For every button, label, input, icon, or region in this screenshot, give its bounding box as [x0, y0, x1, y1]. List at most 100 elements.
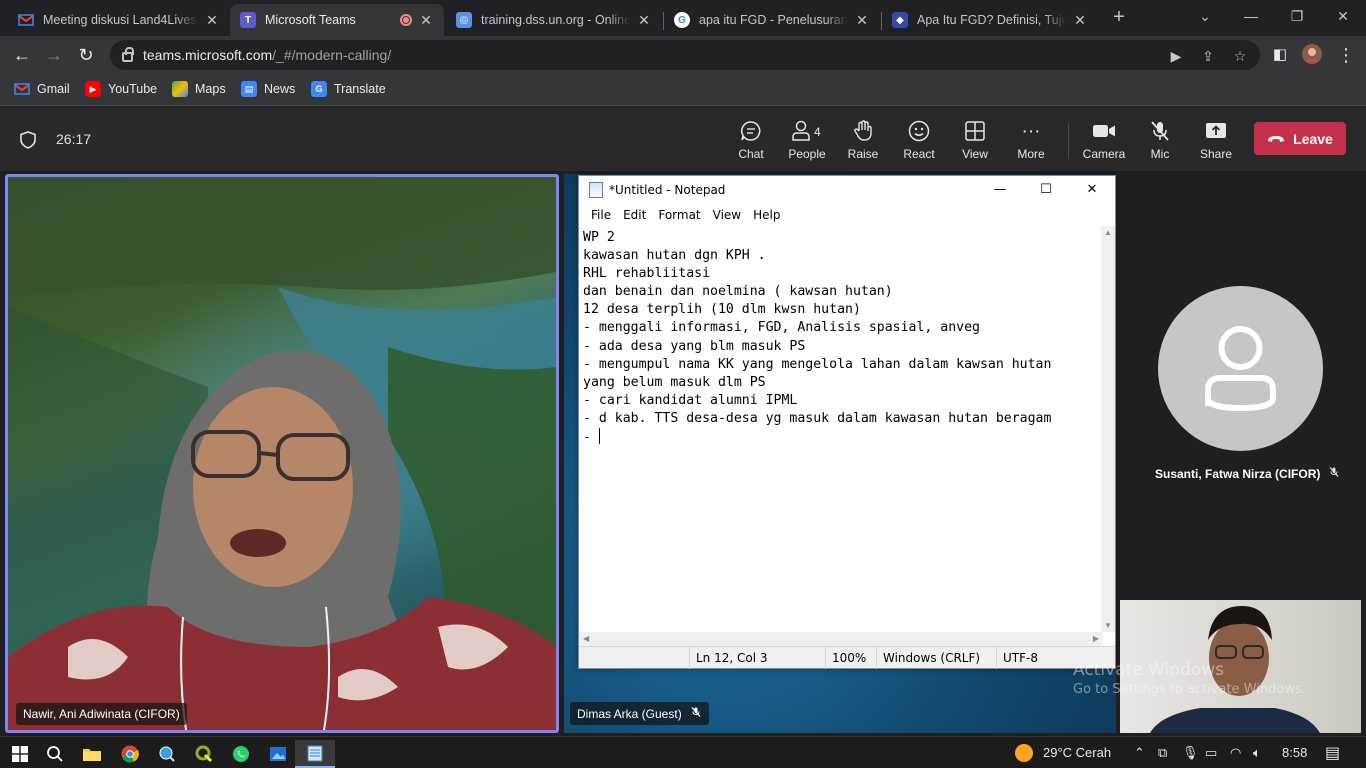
chrome-icon[interactable]	[110, 740, 150, 768]
address-bar[interactable]: teams.microsoft.com/_#/modern-calling/ ▶…	[110, 40, 1260, 70]
browser-menu-icon[interactable]: ⋮	[1334, 43, 1358, 67]
meet-now-icon[interactable]: ⧉	[1158, 745, 1167, 761]
tab-title: Meeting diskusi Land4Lives N	[43, 13, 198, 27]
menu-edit[interactable]: Edit	[623, 208, 646, 222]
camera-in-use-icon[interactable]: ▶	[1166, 48, 1186, 65]
notepad-maximize-button[interactable]: ☐	[1023, 176, 1069, 204]
tab-search-chevron-icon[interactable]: ⌄	[1182, 4, 1228, 28]
side-panel-icon[interactable]: ◧	[1268, 43, 1292, 67]
weather-icon[interactable]	[1013, 742, 1035, 767]
bookmark-maps[interactable]: Maps	[172, 81, 226, 97]
notification-center-icon[interactable]: ▤	[1325, 743, 1340, 763]
bookmark-label: Translate	[334, 82, 386, 96]
text-line: kawasan hutan dgn KPH .	[583, 248, 766, 264]
tab-training-dss[interactable]: ◎ training.dss.un.org - Online c ✕	[446, 4, 662, 36]
tab-title: apa itu FGD - Penelusuran Go	[699, 13, 848, 27]
participant-name: Dimas Arka (Guest)	[577, 706, 682, 721]
file-explorer-icon[interactable]	[72, 740, 112, 768]
video-tile-speaker[interactable]: Nawir, Ani Adiwinata (CIFOR)	[5, 174, 559, 733]
notepad-vertical-scrollbar[interactable]: ▲ ▼	[1101, 226, 1115, 632]
close-tab-icon[interactable]: ✕	[204, 12, 220, 29]
close-tab-icon[interactable]: ✕	[418, 12, 434, 29]
shield-icon[interactable]	[20, 131, 36, 149]
notepad-horizontal-scrollbar[interactable]: ◀ ▶	[579, 632, 1103, 646]
text-line: 12 desa terplih (10 dlm kwsn hutan)	[583, 302, 861, 318]
scroll-right-icon[interactable]: ▶	[1093, 634, 1099, 643]
site-icon: ◆	[892, 12, 908, 28]
notepad-taskbar-icon[interactable]	[295, 740, 335, 768]
more-label: More	[1017, 147, 1045, 161]
mic-button[interactable]: Mic	[1132, 119, 1188, 165]
people-button[interactable]: 4 People	[779, 119, 835, 165]
show-hidden-icons-chevron-icon[interactable]: ⌃	[1134, 745, 1145, 761]
menu-help[interactable]: Help	[753, 208, 780, 222]
gmail-icon	[14, 81, 30, 97]
share-button[interactable]: Share	[1188, 119, 1244, 165]
scroll-up-icon[interactable]: ▲	[1104, 228, 1112, 237]
mic-muted-icon	[1328, 466, 1340, 481]
bookmark-news[interactable]: ▤ News	[241, 81, 295, 97]
text-line-current: -	[583, 428, 1099, 447]
notepad-text-area[interactable]: WP 2 kawasan hutan dgn KPH . RHL rehabliit…	[579, 226, 1103, 630]
notepad-close-button[interactable]: ✕	[1069, 176, 1115, 204]
view-button[interactable]: View	[947, 119, 1003, 165]
restore-window-button[interactable]: ❐	[1274, 4, 1320, 28]
bookmark-gmail[interactable]: Gmail	[14, 81, 70, 97]
un-icon: ◎	[456, 12, 472, 28]
bookmarks-bar: Gmail ▶ YouTube Maps ▤ News G Translate	[0, 74, 1366, 106]
mic-label: Mic	[1150, 147, 1170, 161]
globe-app-icon[interactable]	[147, 740, 187, 768]
tab-meeting-diskusi[interactable]: Meeting diskusi Land4Lives N ✕	[8, 4, 230, 36]
close-tab-icon[interactable]: ✕	[854, 12, 870, 29]
whatsapp-icon[interactable]	[221, 740, 261, 768]
weather-text[interactable]: 29°C Cerah	[1043, 745, 1111, 760]
wifi-icon[interactable]: ◠	[1230, 745, 1241, 761]
search-icon[interactable]	[35, 740, 75, 768]
tab-microsoft-teams[interactable]: T Microsoft Teams ✕	[230, 4, 444, 36]
notepad-window[interactable]: *Untitled - Notepad — ☐ ✕ File Edit Form…	[578, 175, 1116, 669]
news-icon: ▤	[241, 81, 257, 97]
menu-format[interactable]: Format	[658, 208, 700, 222]
leave-button[interactable]: Leave	[1254, 122, 1346, 155]
camera-button[interactable]: Camera	[1076, 119, 1132, 165]
participant-nameplate: Susanti, Fatwa Nirza (CIFOR)	[1148, 462, 1347, 485]
status-zoom: 100%	[825, 647, 866, 669]
react-button[interactable]: React	[891, 119, 947, 165]
close-tab-icon[interactable]: ✕	[636, 12, 652, 29]
share-page-icon[interactable]: ⇪	[1198, 48, 1218, 65]
menu-file[interactable]: File	[591, 208, 611, 222]
volume-icon[interactable]: 🔈︎	[1253, 745, 1261, 761]
tab-apa-itu-fgd[interactable]: ◆ Apa Itu FGD? Definisi, Tujuan ✕	[882, 4, 1098, 36]
new-tab-button[interactable]: +	[1108, 6, 1130, 28]
back-arrow-icon[interactable]: ←	[10, 43, 34, 67]
forward-arrow-icon[interactable]: →	[42, 43, 66, 67]
photos-app-icon[interactable]	[258, 740, 298, 768]
raise-hand-button[interactable]: Raise	[835, 119, 891, 165]
tab-google-search[interactable]: G apa itu FGD - Penelusuran Go ✕	[664, 4, 880, 36]
notepad-title-bar[interactable]: *Untitled - Notepad — ☐ ✕	[579, 176, 1115, 204]
scroll-down-icon[interactable]: ▼	[1104, 621, 1112, 630]
start-windows-icon[interactable]	[0, 740, 40, 768]
minimize-window-button[interactable]: —	[1228, 4, 1274, 28]
more-dots-icon: ···	[1021, 121, 1041, 142]
reload-icon[interactable]: ↻	[74, 43, 98, 67]
chat-button[interactable]: Chat	[723, 119, 779, 165]
menu-view[interactable]: View	[713, 208, 741, 222]
close-tab-icon[interactable]: ✕	[1072, 12, 1088, 29]
qgis-icon[interactable]	[184, 740, 224, 768]
windows-taskbar: 29°C Cerah ⌃ ⧉ 🎙︎ ▭ ◠ 🔈︎ 8:58 ▤	[0, 736, 1366, 768]
bookmark-youtube[interactable]: ▶ YouTube	[85, 81, 157, 97]
battery-icon[interactable]: ▭	[1205, 745, 1217, 761]
bookmark-star-icon[interactable]: ☆	[1230, 48, 1250, 65]
more-button[interactable]: ··· More	[1003, 119, 1059, 165]
microphone-in-use-icon[interactable]: 🎙︎	[1182, 745, 1199, 761]
clock-time[interactable]: 8:58	[1282, 745, 1307, 760]
close-window-button[interactable]: ✕	[1320, 4, 1366, 28]
profile-avatar[interactable]	[1300, 43, 1324, 67]
scroll-left-icon[interactable]: ◀	[583, 634, 589, 643]
tab-title: Apa Itu FGD? Definisi, Tujuan	[917, 13, 1066, 27]
raise-hand-icon	[835, 119, 891, 145]
participant-avatar	[1158, 286, 1323, 451]
notepad-minimize-button[interactable]: —	[977, 176, 1023, 204]
bookmark-translate[interactable]: G Translate	[311, 81, 386, 97]
